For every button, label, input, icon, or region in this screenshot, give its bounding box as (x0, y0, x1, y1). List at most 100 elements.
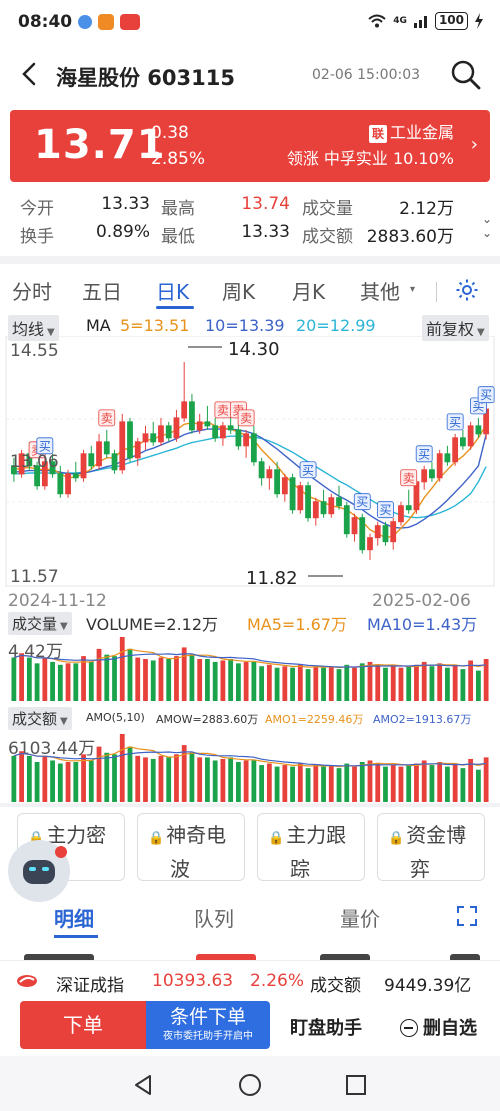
lock-icon: 🔒 (388, 831, 405, 846)
volume-bar (235, 663, 241, 701)
sector-info[interactable]: 联工业金属 领涨 中孚实业 10.10% (287, 120, 454, 172)
candle-body (111, 453, 118, 471)
ma-label: MA (86, 316, 111, 335)
stat-value: 2883.60万 (366, 227, 454, 247)
volume-bar (383, 766, 388, 802)
amount-chart (11, 734, 489, 802)
stat-label: 成交量 (302, 199, 353, 219)
volume-bar (127, 746, 133, 802)
volume-bar (421, 661, 427, 701)
gear-icon[interactable] (455, 278, 479, 302)
active-subtab-underline (54, 935, 98, 938)
volume-selector[interactable]: 成交量 ▼ (8, 612, 72, 635)
section-divider (0, 803, 500, 807)
volume-bar (228, 659, 234, 701)
feature-button-fund[interactable]: 🔒 资金博弈 (377, 813, 485, 881)
tab-yuek[interactable]: 月K (292, 276, 325, 305)
volume-bar (452, 763, 458, 802)
tab-rik[interactable]: 日K (156, 276, 189, 305)
volume-bar (367, 760, 373, 802)
watch-assistant-button[interactable]: 盯盘助手 (290, 1014, 362, 1040)
nav-recents-icon[interactable] (345, 1074, 367, 1096)
search-icon[interactable] (450, 59, 482, 91)
sector-name: 工业金属 (389, 123, 454, 142)
tab-duilie[interactable]: 队列 (194, 903, 234, 932)
candle-body (103, 441, 110, 455)
tab-other[interactable]: 其他 (360, 276, 400, 305)
conditional-order-button[interactable]: 条件下单 夜市委托助手开启中 (146, 1001, 270, 1049)
signal-icon (413, 16, 427, 28)
tab-liangjia[interactable]: 量价 (340, 903, 380, 932)
feature-label: 波 (170, 857, 190, 881)
candle-body (196, 421, 203, 431)
volume-bar (135, 657, 141, 701)
tab-other-caret-icon: ▾ (410, 284, 416, 295)
index-ticker[interactable]: 深证成指 10393.63 2.26% 成交额 9449.39亿 (0, 960, 500, 1000)
volume-bar (468, 758, 474, 802)
volume-bar (119, 637, 125, 701)
ma20-value: 20=12.99 (296, 316, 376, 335)
volume-bar (174, 656, 179, 701)
buy-marker: 买 (302, 463, 314, 477)
nav-back-icon[interactable] (132, 1074, 154, 1096)
price-summary-box[interactable]: 13.71 0.38 2.85% 联工业金属 领涨 中孚实业 10.10% › (10, 110, 490, 182)
candle-body (405, 505, 412, 511)
volume-bar (274, 667, 280, 701)
order-button[interactable]: 下单 (20, 1001, 146, 1049)
volume-bar (112, 754, 117, 802)
remove-favorite-button[interactable]: 删自选 (400, 1014, 477, 1040)
index-amount-value: 9449.39亿 (384, 976, 472, 996)
feature-button-wave[interactable]: 🔒 神奇电波 (137, 813, 245, 881)
candle-body (374, 525, 381, 539)
candle-body (444, 453, 451, 463)
tab-fenshi[interactable]: 分时 (12, 276, 52, 305)
volume-bar (251, 661, 257, 701)
volume-bar (65, 762, 71, 802)
tab-mingxi[interactable]: 明细 (54, 903, 94, 932)
assistant-robot-icon[interactable] (8, 840, 70, 902)
index-value: 10393.63 (152, 971, 234, 991)
volume-bar (158, 657, 164, 701)
volume-bar (375, 763, 381, 802)
volume-bar (243, 760, 249, 802)
candle-body (227, 425, 234, 431)
back-arrow-icon[interactable] (16, 60, 44, 88)
stats-expand-icon[interactable]: ⌄ ⌄ (482, 212, 492, 240)
buy-marker: 买 (449, 415, 461, 429)
candle-body (328, 497, 335, 515)
status-bar: 08:40 4G 100 (0, 0, 500, 44)
candle-body (134, 441, 141, 459)
expand-icon[interactable] (456, 905, 478, 927)
volume-bar (336, 768, 342, 802)
app-notification-icon-2 (98, 14, 115, 30)
kline-chart[interactable]: 卖买卖卖卖卖买买买卖买买买买 14.55 13.06 11.57 14.30 1… (0, 336, 500, 611)
volume-bar (475, 769, 481, 802)
candle-body (274, 469, 280, 495)
candle-body (88, 453, 95, 467)
candle-body (165, 425, 172, 439)
conditional-order-sublabel: 夜市委托助手开启中 (163, 1031, 253, 1042)
nav-home-icon[interactable] (238, 1073, 262, 1097)
volume-bar (290, 667, 295, 701)
amount-selector-label: 成交额 (12, 710, 58, 728)
volume-bar (359, 663, 365, 701)
volume-chart (11, 637, 489, 701)
volume-bar (112, 656, 117, 701)
amount-selector[interactable]: 成交额 ▼ (8, 707, 72, 730)
volume-bar (19, 751, 25, 802)
shenzhen-index-logo-icon (17, 975, 37, 987)
volume-bar (383, 667, 388, 701)
volume-bar (359, 762, 365, 802)
candle-body (96, 441, 102, 467)
volume-value: VOLUME=2.12万 (86, 615, 219, 634)
feature-button-track[interactable]: 🔒 主力跟踪 (257, 813, 365, 881)
sector-leader: 领涨 中孚实业 10.10% (286, 149, 454, 168)
chevron-right-icon[interactable]: › (471, 134, 478, 155)
tab-wuri[interactable]: 五日 (82, 276, 122, 305)
ytick-mid: 13.06 (10, 452, 59, 472)
candle-body (57, 473, 64, 495)
volume-bar (274, 766, 280, 802)
volume-bar (414, 664, 419, 701)
tab-zhouk[interactable]: 周K (222, 276, 255, 305)
feature-label: 主力密 (46, 823, 107, 847)
